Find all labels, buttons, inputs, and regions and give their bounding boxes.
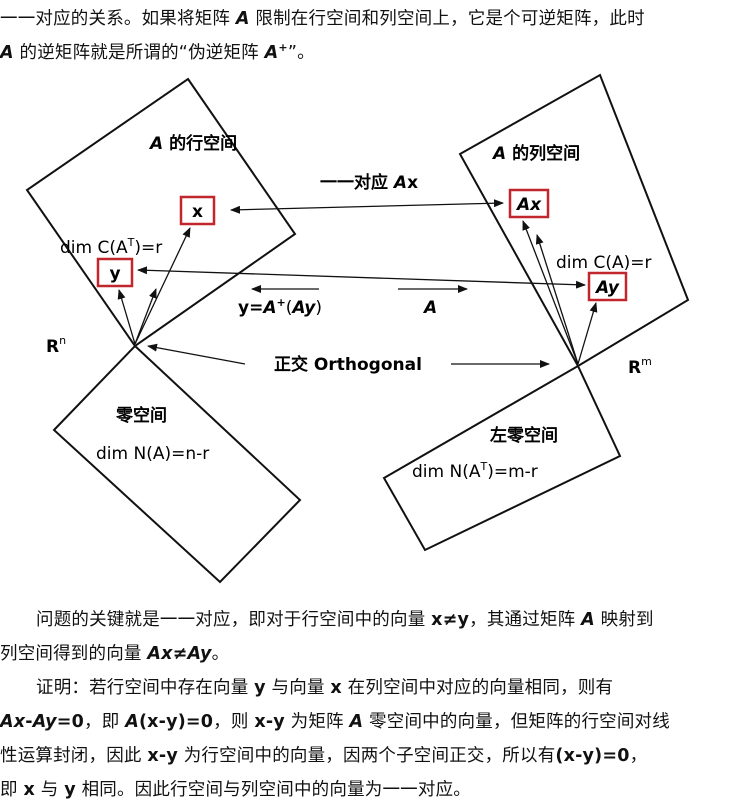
column-space-title: A 的列空间 [491,143,580,164]
intro-text: 的逆矩阵就是所谓的“伪逆矩阵 [13,43,265,63]
orthogonal-label: 正交 Orthogonal [274,354,422,375]
proof-math: x≠y [431,610,470,630]
arrow-origin-to-y-2 [134,288,157,345]
proof-text: 即 [0,780,24,800]
proof-text: 为矩阵 [284,712,350,732]
null-space-box [52,344,302,584]
row-space-title: A 的行空间 [148,133,237,154]
proof-text: 在列空间中对应的向量相同，则有 [341,678,614,698]
proof-text: 性运算封闭，因此 [0,746,148,766]
proof-math: x-y [254,712,285,732]
proof-math: y [64,780,76,800]
proof-math: - [25,712,33,732]
intro-text: ”。 [287,43,315,63]
proof-text: 。 [211,644,230,664]
proof-text: 映射到 [594,610,654,630]
arrow-y-to-Ay [137,266,586,289]
proof-text: ，即 [84,712,126,732]
proof-text: 列空间得到的向量 [0,644,148,664]
intro-text: 限制在行空间和列空间上，它是个可逆矩阵，此时 [249,9,645,29]
vector-Ay-label: Ay [594,278,620,298]
proof-math: x-y [147,746,178,766]
proof-p2-line-4: 即 x 与 y 相同。因此行空间与列空间中的向量为一一对应。 [0,773,734,807]
proof-math: y [254,678,266,698]
matrix-A: A [0,43,14,63]
arrow-orthogonal-left [147,343,246,365]
intro-text: 一一对应的关系。如果将矩阵 [0,9,236,29]
dim-left-null-space: dim N(AT)=m-r [412,460,538,482]
matrix-A: A [349,712,364,732]
proof-math: x [23,780,35,800]
proof-text: 零空间中的向量，但矩阵的行空间对线 [363,712,670,732]
proof-math: (x-y)=0 [138,712,214,732]
proof-text: 问题的关键就是一一对应，即对于行空间中的向量 [36,610,432,630]
pseudo-inverse-label: y=A+(Ay) [238,296,322,318]
proof-text: 为行空间中的向量，因两个子空间正交，所以有 [177,746,556,766]
arrow-x-to-Ax [230,199,504,214]
proof-p1-line-2: 列空间得到的向量 Ax≠Ay。 [0,637,734,671]
dim-null-space: dim N(A)=n-r [96,444,209,464]
vector-Ax-label: Ax [515,195,542,215]
proof-math: x [330,678,342,698]
proof-p2-line-2: Ax-Ay=0，即 A(x-y)=0，则 x-y 为矩阵 A 零空间中的向量，但… [0,705,734,739]
proof-math: Ax [147,644,173,664]
proof-text: ， [629,746,648,766]
matrix-A: A [581,610,595,630]
proof-text: ，则 [213,712,255,732]
proof-p2-line-3: 性运算封闭，因此 x-y 为行空间中的向量，因两个子空间正交，所以有(x-y)=… [0,739,734,773]
proof-math: (x-y)=0 [555,746,630,766]
dim-row-space: dim C(AT)=r [60,236,162,258]
vector-y-label: y [109,264,120,284]
proof-text: ，其通过矩阵 [469,610,582,630]
proof-p2-line-1: 证明：若行空间中存在向量 y 与向量 x 在列空间中对应的向量相同，则有 [0,671,734,705]
matrix-A: A [125,712,139,732]
proof-math: Ay [32,712,57,732]
matrix-A: A [264,43,279,63]
left-null-space-box [382,364,622,552]
dim-column-space: dim C(A)=r [556,253,651,273]
Rm-label: Rm [628,355,652,378]
proof-p1-line-1: 问题的关键就是一一对应，即对于行空间中的向量 x≠y，其通过矩阵 A 映射到 [0,603,734,637]
proof-math: =0 [56,712,85,732]
proof-math: Ax [0,712,26,732]
intro-line-2: A 的逆矩阵就是所谓的“伪逆矩阵 A+”。 [0,36,734,70]
arrow-origin-to-Ay [577,302,598,365]
column-space-box [458,73,690,368]
left-null-space-title: 左零空间 [490,425,558,446]
proof-text: 相同。因此行空间与列空间中的向量为一一对应。 [75,780,471,800]
Rn-label: Rn [46,334,66,357]
four-subspaces-diagram: A 的行空间 A 的列空间 零空间 左零空间 dim C(AT)=r dim C(A… [25,73,690,584]
proof-text: 与向量 [265,678,331,698]
proof-math: ≠ [172,644,188,664]
one-to-one-label: 一一对应 Ax [320,172,418,193]
intro-line-1: 一一对应的关系。如果将矩阵 A 限制在行空间和列空间上，它是个可逆矩阵，此时 [0,2,734,36]
proof-text: 证明：若行空间中存在向量 [36,678,255,698]
A-mapping-label: A [422,298,437,318]
proof-math: Ay [187,644,212,664]
vector-x-label: x [192,202,203,222]
matrix-A: A [235,9,250,29]
proof-text: 与 [34,780,65,800]
null-space-title: 零空间 [115,405,167,426]
arrow-origin-to-Ax [522,220,579,365]
pseudo-inverse-plus: + [278,41,288,55]
